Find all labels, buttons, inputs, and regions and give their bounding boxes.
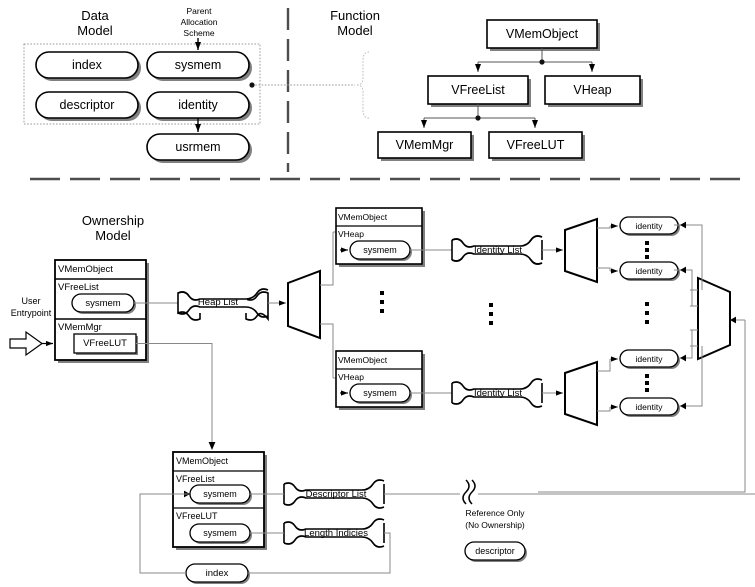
data-model-heading-line2: Model <box>77 23 113 39</box>
parent-allocation-annotation: Parent Allocation Scheme <box>158 6 240 39</box>
function-model-heading-line1: Function <box>330 8 380 23</box>
length-indicies-flag-text: Length Indicies <box>304 528 368 539</box>
length-indicies-flag-label: Length Indicies <box>296 528 376 539</box>
entry-box-vmemmgr-label: VMemMgr <box>58 322 102 333</box>
node-vfreelut-fn-label: VFreeLUT <box>506 138 565 152</box>
desc-box-vfreelist: VFreeList <box>176 474 266 485</box>
function-model-heading: Function Model <box>300 8 410 39</box>
heap2-section-label: VHeap <box>338 372 364 382</box>
node-vheap-fn: VHeap <box>545 83 640 98</box>
node-usrmem-label: usrmem <box>175 140 221 154</box>
node-vmemobject-fn-label: VMemObject <box>505 27 579 41</box>
identity-pill-4-label: identity <box>635 402 663 412</box>
desc-box-vfreelut-label: VFreeLUT <box>176 511 218 521</box>
entry-box-sysmem: sysmem <box>72 298 134 309</box>
reference-only-note: Reference Only (No Ownership) <box>440 508 550 532</box>
node-vfreelist-fn-label: VFreeList <box>451 83 505 97</box>
reference-note-line1: Reference Only <box>465 508 525 518</box>
heap1-sysmem-label: sysmem <box>363 245 397 255</box>
heap1-section: VHeap <box>338 229 424 239</box>
descriptor-list-flag-text: Descriptor List <box>305 489 367 500</box>
heap2-header: VMemObject <box>338 355 424 365</box>
desc-box-sysmem-2-label: sysmem <box>203 528 237 538</box>
entry-box-vfreelist: VFreeList <box>58 282 148 293</box>
entry-box-vfreelut: VFreeLUT <box>74 338 136 349</box>
heap2-sysmem: sysmem <box>350 388 410 399</box>
annotation-line1: Parent <box>186 6 212 16</box>
annotation-line2: Allocation <box>180 17 218 28</box>
identity-pill-1-label: identity <box>635 221 663 231</box>
entry-box-header-label: VMemObject <box>58 264 113 275</box>
function-model-heading-line2: Model <box>337 23 373 39</box>
diagram-svg <box>9 8 755 584</box>
entry-box-sysmem-label: sysmem <box>85 298 121 309</box>
identity-pill-2: identity <box>620 266 678 276</box>
node-descriptor: descriptor <box>36 98 138 113</box>
diagram-canvas: Data Model Parent Allocation Scheme inde… <box>0 0 755 587</box>
node-identity-label: identity <box>178 98 218 112</box>
node-vheap-fn-label: VHeap <box>573 83 612 97</box>
heap1-identity-list-label: Identity List <box>473 245 523 256</box>
desc-box-sysmem-1: sysmem <box>190 489 250 500</box>
annotation-line3: Scheme <box>183 28 215 39</box>
data-model-heading: Data Model <box>40 8 150 39</box>
descriptor-list-flag-label: Descriptor List <box>296 489 376 500</box>
user-entrypoint-line1: User <box>21 296 41 306</box>
heap-list-flag-text: Heap List <box>197 297 239 308</box>
node-sysmem-label: sysmem <box>174 58 222 72</box>
identity-pill-3: identity <box>620 354 678 364</box>
desc-box-vfreelist-label: VFreeList <box>176 474 215 484</box>
desc-box-header-label: VMemObject <box>176 456 229 466</box>
desc-box-vfreelut: VFreeLUT <box>176 511 266 522</box>
identity-pill-3-label: identity <box>635 354 663 364</box>
ownership-model-heading: Ownership Model <box>48 213 178 244</box>
heap1-sysmem: sysmem <box>350 245 410 256</box>
heap2-identity-list: Identity List <box>463 388 533 399</box>
identity-pill-2-label: identity <box>635 266 663 276</box>
index-pill-text: index <box>205 568 229 579</box>
heap2-section: VHeap <box>338 372 424 382</box>
heap1-section-label: VHeap <box>338 229 364 239</box>
node-vmemmgr-fn-label: VMemMgr <box>395 138 454 152</box>
heap2-sysmem-label: sysmem <box>363 388 397 398</box>
heap2-header-label: VMemObject <box>338 355 388 365</box>
entry-box-vfreelist-label: VFreeList <box>58 282 99 293</box>
ownership-model-heading-line2: Model <box>95 228 131 244</box>
node-usrmem: usrmem <box>147 140 249 155</box>
user-entrypoint-label: User Entrypoint <box>0 295 62 319</box>
node-sysmem: sysmem <box>147 58 249 73</box>
heap2-identity-list-label: Identity List <box>473 388 523 399</box>
desc-box-sysmem-2: sysmem <box>190 528 250 539</box>
desc-box-header: VMemObject <box>176 456 266 467</box>
reference-note-line2: (No Ownership) <box>465 519 525 530</box>
identity-nodes-group <box>619 216 680 417</box>
reference-descriptor-pill: descriptor <box>465 546 525 557</box>
entry-box-vmemmgr: VMemMgr <box>58 322 148 333</box>
ownership-model-heading-line1: Ownership <box>81 213 145 228</box>
entry-box-header: VMemObject <box>58 264 148 275</box>
node-vfreelut-fn: VFreeLUT <box>489 138 582 153</box>
node-index: index <box>36 58 138 73</box>
entry-box-vfreelut-label: VFreeLUT <box>83 338 127 349</box>
heap1-identity-list: Identity List <box>463 245 533 256</box>
heap-list-flag-label: Heap List <box>189 297 247 308</box>
data-model-heading-line1: Data <box>81 8 109 23</box>
heap1-header: VMemObject <box>338 212 424 222</box>
identity-pill-4: identity <box>620 402 678 412</box>
identity-pill-1: identity <box>620 221 678 231</box>
index-pill-label: index <box>186 568 248 579</box>
node-identity: identity <box>147 98 249 113</box>
heap1-header-label: VMemObject <box>338 212 388 222</box>
node-vmemmgr-fn: VMemMgr <box>378 138 471 153</box>
node-descriptor-label: descriptor <box>59 98 115 112</box>
user-entrypoint-line2: Entrypoint <box>10 308 52 319</box>
desc-box-sysmem-1-label: sysmem <box>203 489 237 499</box>
node-index-label: index <box>72 58 102 72</box>
reference-descriptor-pill-label: descriptor <box>475 546 515 556</box>
node-vmemobject-fn: VMemObject <box>487 27 597 42</box>
node-vfreelist-fn: VFreeList <box>428 83 528 98</box>
